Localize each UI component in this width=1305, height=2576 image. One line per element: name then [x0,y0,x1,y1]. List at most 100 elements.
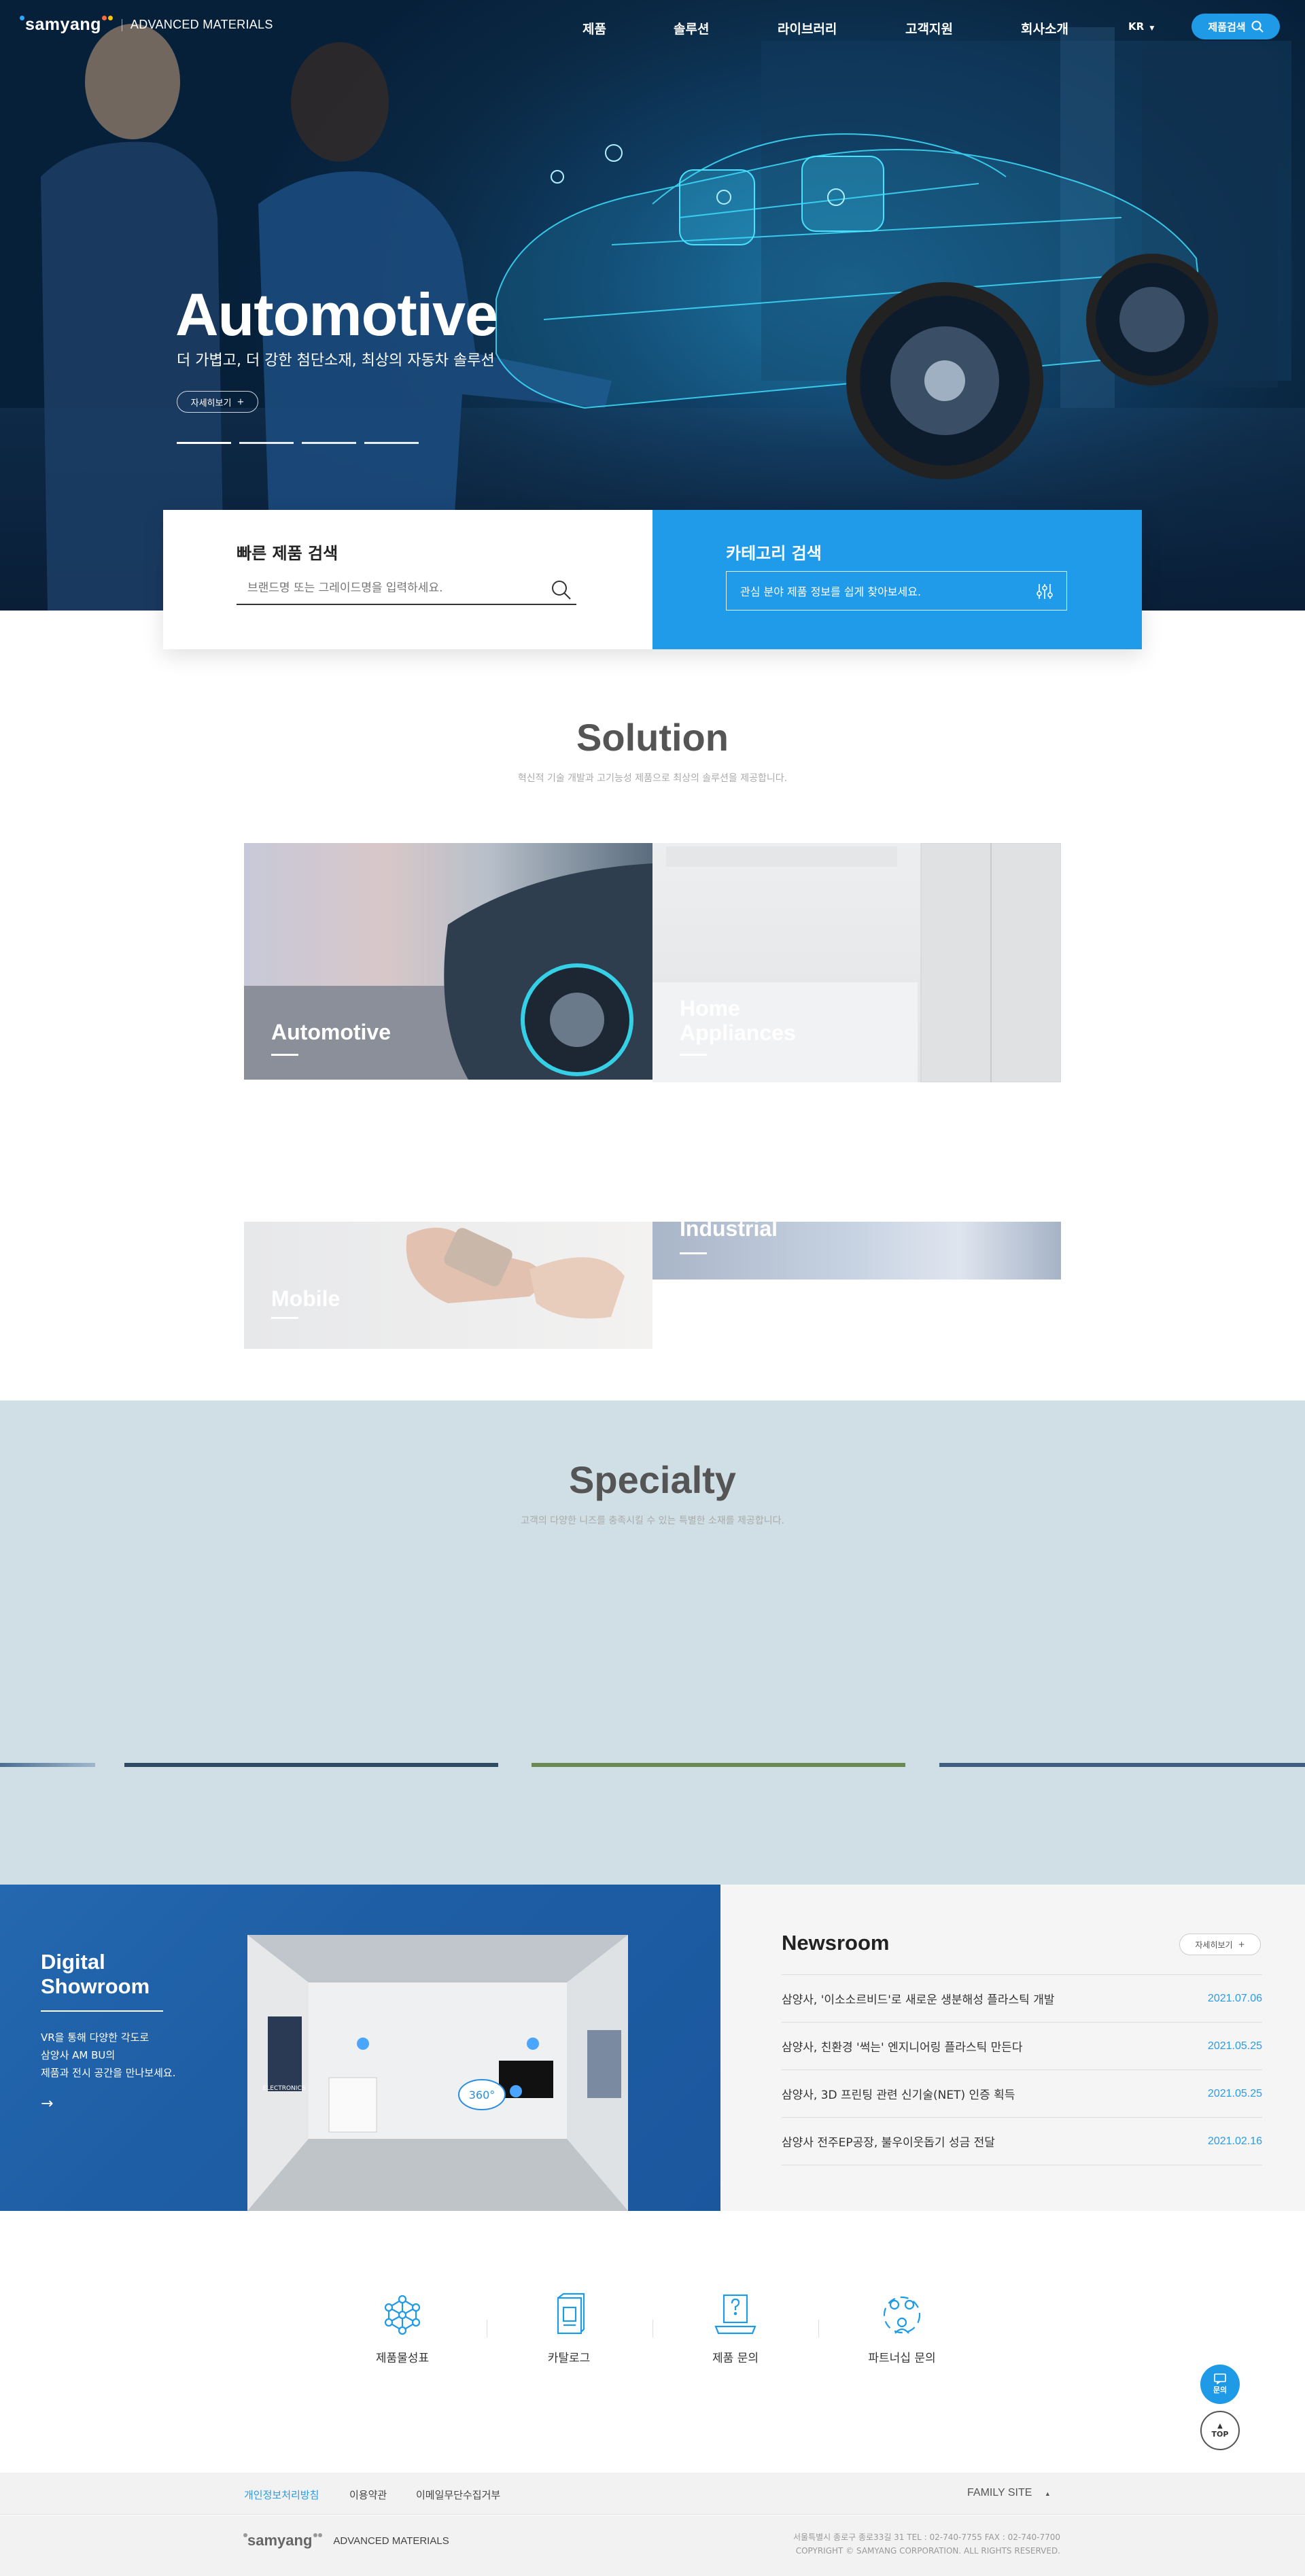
specialty-slide[interactable] [939,1763,1305,1767]
solution-subtitle: 혁신적 기술 개발과 고기능성 제품으로 최상의 솔루션을 제공합니다. [517,773,788,784]
showroom-description: VR을 통해 다양한 각도로 삼양사 AM BU의 제품과 전시 공간을 만나보… [41,2029,218,2082]
digital-showroom[interactable]: Digital Showroom VR을 통해 다양한 각도로 삼양사 AM B… [0,1885,720,2211]
specialty-slide[interactable] [0,1763,95,1767]
specialty-slide[interactable] [532,1763,905,1767]
electronics-poster-label: ELECTRONICS [263,2085,306,2092]
category-search-title: 카테고리 검색 [726,544,822,563]
solution-card-home-appliances[interactable]: Home Appliances [652,843,1061,1082]
quick-link-label: 제품 문의 [712,2352,759,2365]
nav-item-library[interactable]: 라이브러리 [778,19,837,37]
solution-card-mobile[interactable]: Mobile [244,1222,652,1349]
showroom-image: 360° ELECTRONICS [247,1935,628,2211]
news-item-title: 삼양사, '이소소르비드'로 새로운 생분해성 플라스틱 개발 [782,1993,1055,2007]
card-label-line1: Home [680,996,740,1020]
footer-brand: samyang [247,2532,313,2549]
hero-subtitle: 더 가볍고, 더 강한 첨단소재, 최상의 자동차 솔루션 [177,352,495,369]
slide-indicator[interactable] [302,442,356,444]
showroom-desc-line: 제품과 전시 공간을 만나보세요. [41,2067,176,2079]
solution-card-industrial[interactable]: Industrial [652,1222,1061,1280]
category-search-field[interactable]: 관심 분야 제품 정보를 쉽게 찾아보세요. [726,571,1067,611]
family-site-dropdown[interactable]: FAMILY SITE ▲ [967,2487,1051,2499]
showroom-desc-line: 삼양사 AM BU의 [41,2049,116,2061]
hero-more-label: 자세히보기 [190,398,232,409]
search-icon [1251,20,1264,33]
nav-item-company[interactable]: 회사소개 [1021,19,1068,37]
quick-search-input[interactable] [237,572,576,605]
solution-card-label: Mobile [271,1286,341,1311]
card-underline [271,1317,298,1319]
language-selector[interactable]: KR ▼ [1128,20,1154,33]
plus-icon: + [237,396,245,407]
quick-link-catalog[interactable]: 카탈로그 [501,2291,637,2365]
quick-search-panel: 빠른 제품 검색 [163,510,652,649]
molecule-icon [384,2295,421,2335]
caret-down-icon: ▼ [1149,25,1155,32]
footer-link-terms[interactable]: 이용약관 [349,2488,387,2502]
family-site-label: FAMILY SITE [967,2487,1032,2498]
newsroom-more-label: 자세히보기 [1195,1940,1233,1950]
quick-link-properties[interactable]: 제품물성표 [334,2291,470,2365]
vr-360-badge[interactable]: 360° [469,2089,495,2101]
hero-more-button[interactable]: 자세히보기 + [177,391,258,413]
solution-card-label: Industrial [680,1222,778,1241]
solution-title: Solution [576,716,729,759]
quick-link-divider [652,2320,653,2337]
solution-card-automotive[interactable]: Automotive [244,843,652,1080]
news-item-date: 2021.05.25 [1207,2087,1262,2099]
chat-icon [1214,2373,1226,2384]
category-search-panel: 카테고리 검색 관심 분야 제품 정보를 쉽게 찾아보세요. [652,510,1142,649]
news-item[interactable]: 삼양사, 친환경 '썩는' 엔지니어링 플라스틱 만든다 2021.05.25 [782,2023,1262,2070]
solution-card-label: Automotive [271,1020,391,1044]
inquiry-label: 문의 [1213,2386,1228,2394]
footer-link-privacy[interactable]: 개인정보처리방침 [244,2488,319,2502]
footer-links-bar: 개인정보처리방침 이용약관 이메일무단수집거부 FAMILY SITE ▲ [0,2473,1305,2515]
news-item-date: 2021.02.16 [1207,2135,1262,2147]
copyright-line: COPYRIGHT © SAMYANG CORPORATION. ALL RIG… [795,2546,1060,2556]
hero-title: Automotive [175,281,498,348]
card-underline [271,1054,298,1056]
arrow-right-icon[interactable]: → [41,2095,53,2112]
slide-indicator[interactable] [177,442,231,444]
logo-dot-icon [313,2533,318,2537]
specialty-slide[interactable] [124,1763,498,1767]
quick-link-label: 제품물성표 [375,2352,430,2365]
news-item[interactable]: 삼양사, 3D 프린팅 관련 신기술(NET) 인증 획득 2021.05.25 [782,2070,1262,2118]
slide-indicators [177,442,419,444]
news-item[interactable]: 삼양사, '이소소르비드'로 새로운 생분해성 플라스틱 개발 2021.07.… [782,1975,1262,2023]
question-icon [714,2294,756,2335]
footer-logo: samyang ADVANCED MATERIALS [243,2532,449,2549]
quick-link-partnership[interactable]: 파트너십 문의 [834,2291,970,2365]
news-item-title: 삼양사, 친환경 '썩는' 엔지니어링 플라스틱 만든다 [782,2041,1023,2055]
nav-item-solutions[interactable]: 솔루션 [674,19,709,37]
nav-item-support[interactable]: 고객지원 [905,19,953,37]
footer-subtitle: ADVANCED MATERIALS [333,2535,449,2547]
quick-link-label: 파트너십 문의 [868,2352,936,2365]
logo-dot-icon [243,2533,247,2537]
language-label: KR [1128,20,1145,33]
card-underline [680,1054,707,1056]
specialty-title: Specialty [569,1458,736,1501]
nav-item-products[interactable]: 제품 [582,19,606,37]
product-search-button[interactable]: 제품검색 [1191,14,1280,39]
footer-address: 서울특별시 종로구 종로33길 31 TEL : 02-740-7755 FAX… [793,2530,1060,2558]
slide-indicator[interactable] [364,442,419,444]
showroom-desc-line: VR을 통해 다양한 각도로 [41,2031,150,2044]
catalog-icon [557,2292,585,2335]
quick-links: 제품물성표 카탈로그 제품 문의 파트너십 문의 [0,2211,1305,2473]
search-icon[interactable] [551,579,572,601]
partnership-icon [883,2296,921,2334]
slide-indicator[interactable] [239,442,294,444]
chevron-up-icon: ▲ [1217,2422,1223,2430]
site-header: samyang ADVANCED MATERIALS 제품 솔루션 라이브러리 … [0,0,1305,54]
quick-link-product-inquiry[interactable]: 제품 문의 [667,2291,803,2365]
inquiry-float-button[interactable]: 문의 [1200,2365,1240,2404]
main-nav: 제품 솔루션 라이브러리 고객지원 회사소개 [0,19,1305,37]
card-underline [680,1252,707,1254]
news-item[interactable]: 삼양사 전주EP공장, 불우이웃돕기 성금 전달 2021.02.16 [782,2118,1262,2165]
scroll-top-button[interactable]: ▲ TOP [1200,2411,1240,2450]
newsroom-more-button[interactable]: 자세히보기 + [1179,1934,1261,1955]
category-search-text: 관심 분야 제품 정보를 쉽게 찾아보세요. [740,585,922,598]
top-label: TOP [1211,2429,1229,2439]
news-list: 삼양사, '이소소르비드'로 새로운 생분해성 플라스틱 개발 2021.07.… [782,1974,1262,2165]
footer-link-email-policy[interactable]: 이메일무단수집거부 [416,2488,500,2502]
